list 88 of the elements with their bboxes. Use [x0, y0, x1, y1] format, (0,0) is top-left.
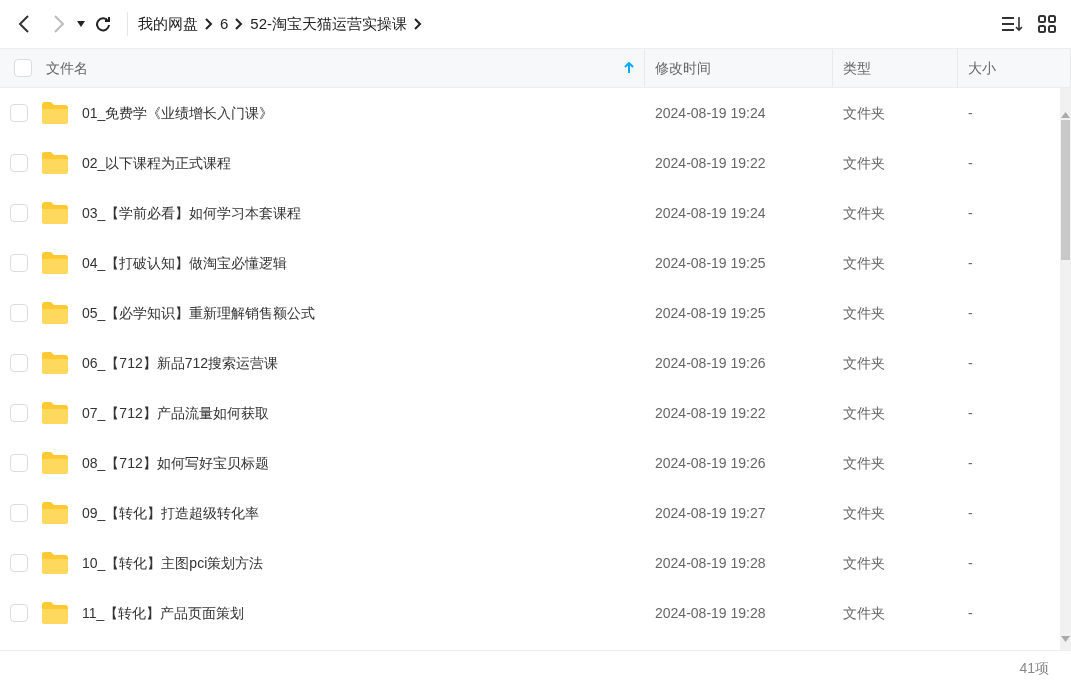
modified-time: 2024-08-19 19:26 — [655, 353, 766, 373]
modified-time: 2024-08-19 19:26 — [655, 453, 766, 473]
folder-icon — [42, 302, 68, 324]
file-name[interactable]: 07_【712】产品流量如何获取 — [82, 402, 269, 424]
file-type: 文件夹 — [843, 303, 885, 323]
modified-time: 2024-08-19 19:24 — [655, 103, 766, 123]
file-size: - — [968, 503, 973, 523]
file-size: - — [968, 453, 973, 473]
row-checkbox[interactable] — [10, 104, 28, 122]
chevron-right-icon — [235, 18, 244, 30]
file-size: - — [968, 303, 973, 323]
row-checkbox[interactable] — [10, 154, 28, 172]
file-type: 文件夹 — [843, 553, 885, 573]
scrollbar-thumb[interactable] — [1061, 120, 1070, 260]
row-checkbox[interactable] — [10, 604, 28, 622]
folder-icon — [42, 452, 68, 474]
file-type: 文件夹 — [843, 353, 885, 373]
chevron-right-icon — [205, 18, 213, 30]
chevron-right-icon — [414, 18, 423, 30]
row-checkbox[interactable] — [10, 304, 28, 322]
scroll-up-icon[interactable] — [1061, 112, 1070, 118]
row-checkbox[interactable] — [10, 204, 28, 222]
file-name[interactable]: 09_【转化】打造超级转化率 — [82, 502, 260, 524]
folder-icon — [42, 402, 68, 424]
scrollbar[interactable] — [1060, 88, 1071, 650]
select-all-checkbox[interactable] — [13, 59, 32, 77]
file-type: 文件夹 — [843, 103, 885, 123]
modified-time: 2024-08-19 19:28 — [655, 603, 766, 623]
folder-icon — [42, 152, 68, 174]
scroll-down-icon[interactable] — [1061, 636, 1070, 642]
row-checkbox[interactable] — [10, 404, 28, 422]
caret-down-icon — [77, 21, 85, 27]
row-checkbox[interactable] — [10, 254, 28, 272]
item-count: 41项 — [1019, 659, 1049, 678]
file-name[interactable]: 10_【转化】主图pci策划方法 — [82, 552, 264, 574]
file-size: - — [968, 353, 973, 373]
modified-time: 2024-08-19 19:24 — [655, 203, 766, 223]
folder-icon — [42, 352, 68, 374]
file-type: 文件夹 — [843, 253, 885, 273]
folder-icon — [42, 602, 68, 624]
chevron-left-icon — [18, 15, 30, 33]
folder-icon — [42, 552, 68, 574]
file-name[interactable]: 08_【712】如何写好宝贝标题 — [82, 452, 269, 474]
column-header[interactable]: 类型 — [843, 57, 871, 79]
chevron-right-icon — [53, 15, 65, 33]
file-type: 文件夹 — [843, 403, 885, 423]
file-size: - — [968, 603, 973, 623]
file-type: 文件夹 — [843, 603, 885, 623]
file-name[interactable]: 11_【转化】产品页面策划 — [82, 602, 245, 624]
breadcrumb-link[interactable]: 6 — [220, 12, 229, 36]
file-size: - — [968, 403, 973, 423]
file-size: - — [968, 153, 973, 173]
row-checkbox[interactable] — [10, 554, 28, 572]
file-name[interactable]: 03_【学前必看】如何学习本套课程 — [82, 202, 302, 224]
file-name[interactable]: 06_【712】新品712搜索运营课 — [82, 352, 279, 374]
column-header[interactable]: 修改时间 — [655, 57, 711, 79]
refresh-icon — [95, 16, 111, 32]
file-size: - — [968, 203, 973, 223]
file-type: 文件夹 — [843, 503, 885, 523]
grid-icon — [1038, 15, 1056, 33]
column-header[interactable]: 文件名 — [45, 57, 88, 79]
modified-time: 2024-08-19 19:27 — [655, 503, 766, 523]
file-name[interactable]: 02_以下课程为正式课程 — [82, 152, 232, 174]
breadcrumb-link[interactable]: 我的网盘 — [138, 12, 198, 36]
modified-time: 2024-08-19 19:28 — [655, 553, 766, 573]
column-header[interactable]: 大小 — [968, 57, 996, 79]
file-name[interactable]: 04_【打破认知】做淘宝必懂逻辑 — [82, 252, 288, 274]
file-type: 文件夹 — [843, 153, 885, 173]
modified-time: 2024-08-19 19:22 — [655, 403, 766, 423]
modified-time: 2024-08-19 19:22 — [655, 153, 766, 173]
row-checkbox[interactable] — [10, 354, 28, 372]
file-type: 文件夹 — [843, 453, 885, 473]
file-type: 文件夹 — [843, 203, 885, 223]
folder-icon — [42, 102, 68, 124]
modified-time: 2024-08-19 19:25 — [655, 253, 766, 273]
file-name[interactable]: 05_【必学知识】重新理解销售额公式 — [82, 302, 316, 324]
file-size: - — [968, 103, 973, 123]
row-checkbox[interactable] — [10, 504, 28, 522]
folder-icon — [42, 252, 68, 274]
sort-icon — [1001, 16, 1023, 32]
breadcrumb-link[interactable]: 52-淘宝天猫运营实操课 — [250, 12, 408, 36]
folder-icon — [42, 202, 68, 224]
file-name[interactable]: 01_免费学《业绩增长入门课》 — [82, 102, 274, 124]
row-checkbox[interactable] — [10, 454, 28, 472]
file-size: - — [968, 553, 973, 573]
file-size: - — [968, 253, 973, 273]
modified-time: 2024-08-19 19:25 — [655, 303, 766, 323]
folder-icon — [42, 502, 68, 524]
